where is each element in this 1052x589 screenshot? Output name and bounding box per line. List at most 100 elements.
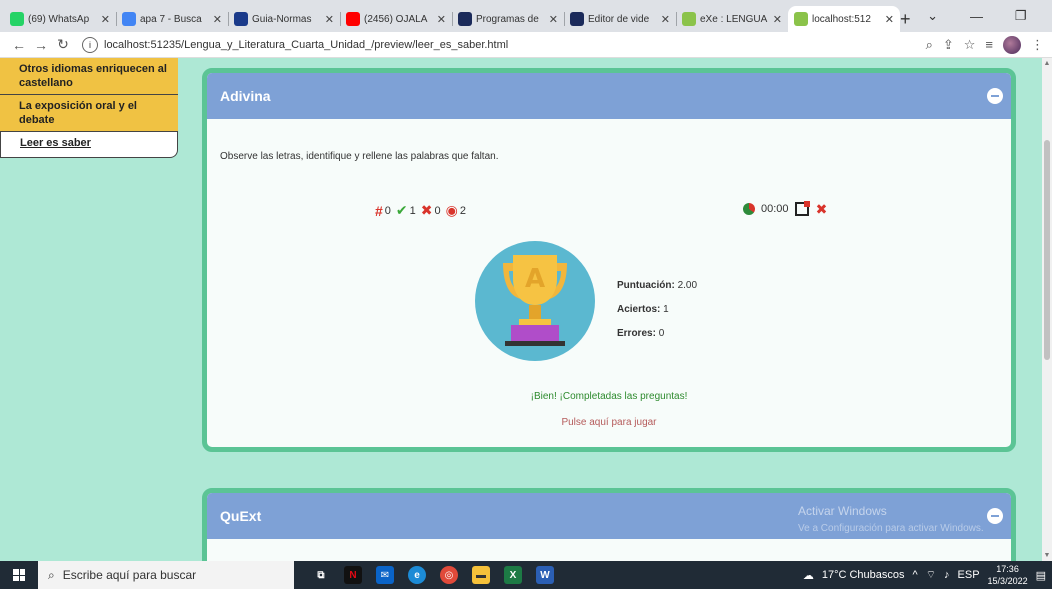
tab-label: (2456) OJALA <box>364 13 428 25</box>
tab-close-icon[interactable]: ✕ <box>661 13 670 26</box>
reading-list-icon[interactable]: ≡ <box>985 37 993 52</box>
page-scrollbar[interactable]: ▲ ▼ <box>1042 58 1052 561</box>
collapse-icon[interactable] <box>987 88 1003 104</box>
sidebar-nav: Otros idiomas enriquecen al castellano L… <box>0 58 178 158</box>
score-value: 2.00 <box>677 280 698 291</box>
tab-search-icon[interactable]: ⌄ <box>911 8 955 24</box>
tab-close-icon[interactable]: ✕ <box>213 13 222 26</box>
sidebar-item-leer-es-saber[interactable]: Leer es saber <box>0 132 178 158</box>
errors-line: Errores: 0 <box>617 328 665 339</box>
exit-fullscreen-icon[interactable]: ✖ <box>815 202 829 216</box>
check-icon: ✔ <box>395 202 408 218</box>
tab-close-icon[interactable]: ✕ <box>101 13 110 26</box>
excel-icon[interactable]: X <box>504 566 522 584</box>
back-icon[interactable]: ← <box>8 37 30 53</box>
hits-line: Aciertos: 1 <box>617 304 669 315</box>
zoom-icon[interactable]: ⌕ <box>926 37 933 53</box>
watermark-subtitle: Ve a Configuración para activar Windows. <box>798 523 984 534</box>
tab-label: Programas de <box>476 13 539 25</box>
cross-icon: ✖ <box>420 202 433 218</box>
browser-tab[interactable]: (69) WhatsAp ✕ <box>4 6 116 32</box>
menu-icon[interactable]: ⋮ <box>1031 37 1044 53</box>
windows-taskbar: ⌕ Escribe aquí para buscar ⧉ N ✉ e ◎ ▬ X… <box>0 561 1052 589</box>
adivina-title: Adivina <box>220 88 271 104</box>
score-line: Puntuación: 2.00 <box>617 280 698 291</box>
edge-icon[interactable]: e <box>408 566 426 584</box>
exe-icon <box>794 12 808 26</box>
score-bar: # 0 ✔ 1 ✖ 0 ◉ 2 <box>375 202 469 219</box>
fullscreen-icon[interactable] <box>794 201 810 216</box>
adivina-idevice: Adivina Observe las letras, identifique … <box>202 68 1016 452</box>
browser-tab[interactable]: (2456) OJALA ✕ <box>340 6 452 32</box>
number-count: 0 <box>384 204 391 217</box>
browser-tab[interactable]: Editor de vide ✕ <box>564 6 676 32</box>
forward-icon[interactable]: → <box>30 37 52 53</box>
chrome-icon[interactable]: ◎ <box>440 566 458 584</box>
word-icon[interactable]: W <box>536 566 554 584</box>
url-text[interactable]: localhost:51235/Lengua_y_Literatura_Cuar… <box>104 39 508 51</box>
tab-label: (69) WhatsAp <box>28 13 90 25</box>
browser-tabstrip: (69) WhatsAp ✕ apa 7 - Busca ✕ Guia-Normas ✕(… <box>0 0 1052 32</box>
clock-time: 17:36 <box>996 564 1019 574</box>
close-window-icon[interactable]: ✕ <box>1043 8 1052 24</box>
hash-icon: # <box>375 202 383 219</box>
network-icon[interactable]: ⌔ <box>926 568 936 582</box>
new-tab-button[interactable]: + <box>900 6 911 32</box>
scroll-down-icon[interactable]: ▼ <box>1042 552 1052 559</box>
notifications-icon[interactable]: ▤ <box>1036 569 1046 582</box>
windows-logo-icon <box>13 569 25 581</box>
scroll-up-icon[interactable]: ▲ <box>1042 60 1052 67</box>
tab-close-icon[interactable]: ✕ <box>549 13 558 26</box>
bookmark-star-icon[interactable]: ☆ <box>964 37 976 53</box>
weather-text[interactable]: 17°C Chubascos <box>822 569 905 581</box>
activation-watermark: Activar Windows Ve a Configuración para … <box>798 502 984 538</box>
watermark-title: Activar Windows <box>798 504 887 518</box>
reload-icon[interactable]: ↻ <box>52 36 74 53</box>
collapse-icon[interactable] <box>987 508 1003 524</box>
youtube-icon <box>346 12 360 26</box>
tab-close-icon[interactable]: ✕ <box>773 13 782 26</box>
mail-icon[interactable]: ✉ <box>376 566 394 584</box>
address-bar[interactable]: i localhost:51235/Lengua_y_Literatura_Cu… <box>82 34 926 56</box>
tab-label: Guia-Normas <box>252 13 312 25</box>
site-info-icon[interactable]: i <box>82 36 98 53</box>
share-icon[interactable]: ⇪ <box>943 37 954 53</box>
tab-close-icon[interactable]: ✕ <box>325 13 334 26</box>
tab-close-icon[interactable]: ✕ <box>437 13 446 26</box>
site-icon <box>570 12 584 26</box>
scroll-thumb[interactable] <box>1044 140 1050 360</box>
tray-chevron-icon[interactable]: ^ <box>913 569 918 581</box>
clock-pie-icon <box>743 203 755 215</box>
errors-value: 0 <box>658 328 665 339</box>
tab-label: apa 7 - Busca <box>140 13 202 25</box>
minimize-icon[interactable]: — <box>955 9 999 24</box>
language-indicator[interactable]: ESP <box>958 569 980 581</box>
volume-icon[interactable]: ♪ <box>944 569 950 581</box>
profile-avatar[interactable] <box>1003 35 1021 54</box>
sidebar-item-exposicion-oral[interactable]: La exposición oral y el debate <box>0 95 178 132</box>
taskbar-apps: ⧉ N ✉ e ◎ ▬ X W <box>312 566 554 584</box>
timer-bar: 00:00 ✖ <box>743 201 829 216</box>
restore-icon[interactable]: ❐ <box>999 8 1043 24</box>
toolbar-actions: ⌕ ⇪ ☆ ≡ ⋮ <box>926 35 1052 54</box>
browser-tab[interactable]: Guia-Normas ✕ <box>228 6 340 32</box>
browser-tab[interactable]: eXe : LENGUA ✕ <box>676 6 788 32</box>
tab-label: Editor de vide <box>588 13 650 25</box>
start-button[interactable] <box>0 569 38 581</box>
browser-tab[interactable]: apa 7 - Busca ✕ <box>116 6 228 32</box>
target-icon: ◉ <box>445 202 458 218</box>
file-explorer-icon[interactable]: ▬ <box>472 566 490 584</box>
sidebar-item-otros-idiomas[interactable]: Otros idiomas enriquecen al castellano <box>0 58 178 95</box>
task-view-icon[interactable]: ⧉ <box>312 566 330 584</box>
trophy-icon: A <box>475 241 595 361</box>
netflix-icon[interactable]: N <box>344 566 362 584</box>
play-link[interactable]: Pulse aquí para jugar <box>207 417 1011 428</box>
weather-icon: ☁ <box>802 569 814 582</box>
taskbar-clock[interactable]: 17:36 15/3/2022 <box>988 563 1028 587</box>
tab-close-icon[interactable]: ✕ <box>885 13 894 26</box>
browser-tab[interactable]: localhost:512 ✕ <box>788 6 900 32</box>
browser-tab[interactable]: Programas de ✕ <box>452 6 564 32</box>
success-message: ¡Bien! ¡Completadas las preguntas! <box>530 391 688 402</box>
clock-date: 15/3/2022 <box>987 576 1028 586</box>
taskbar-search[interactable]: ⌕ Escribe aquí para buscar <box>38 561 294 589</box>
